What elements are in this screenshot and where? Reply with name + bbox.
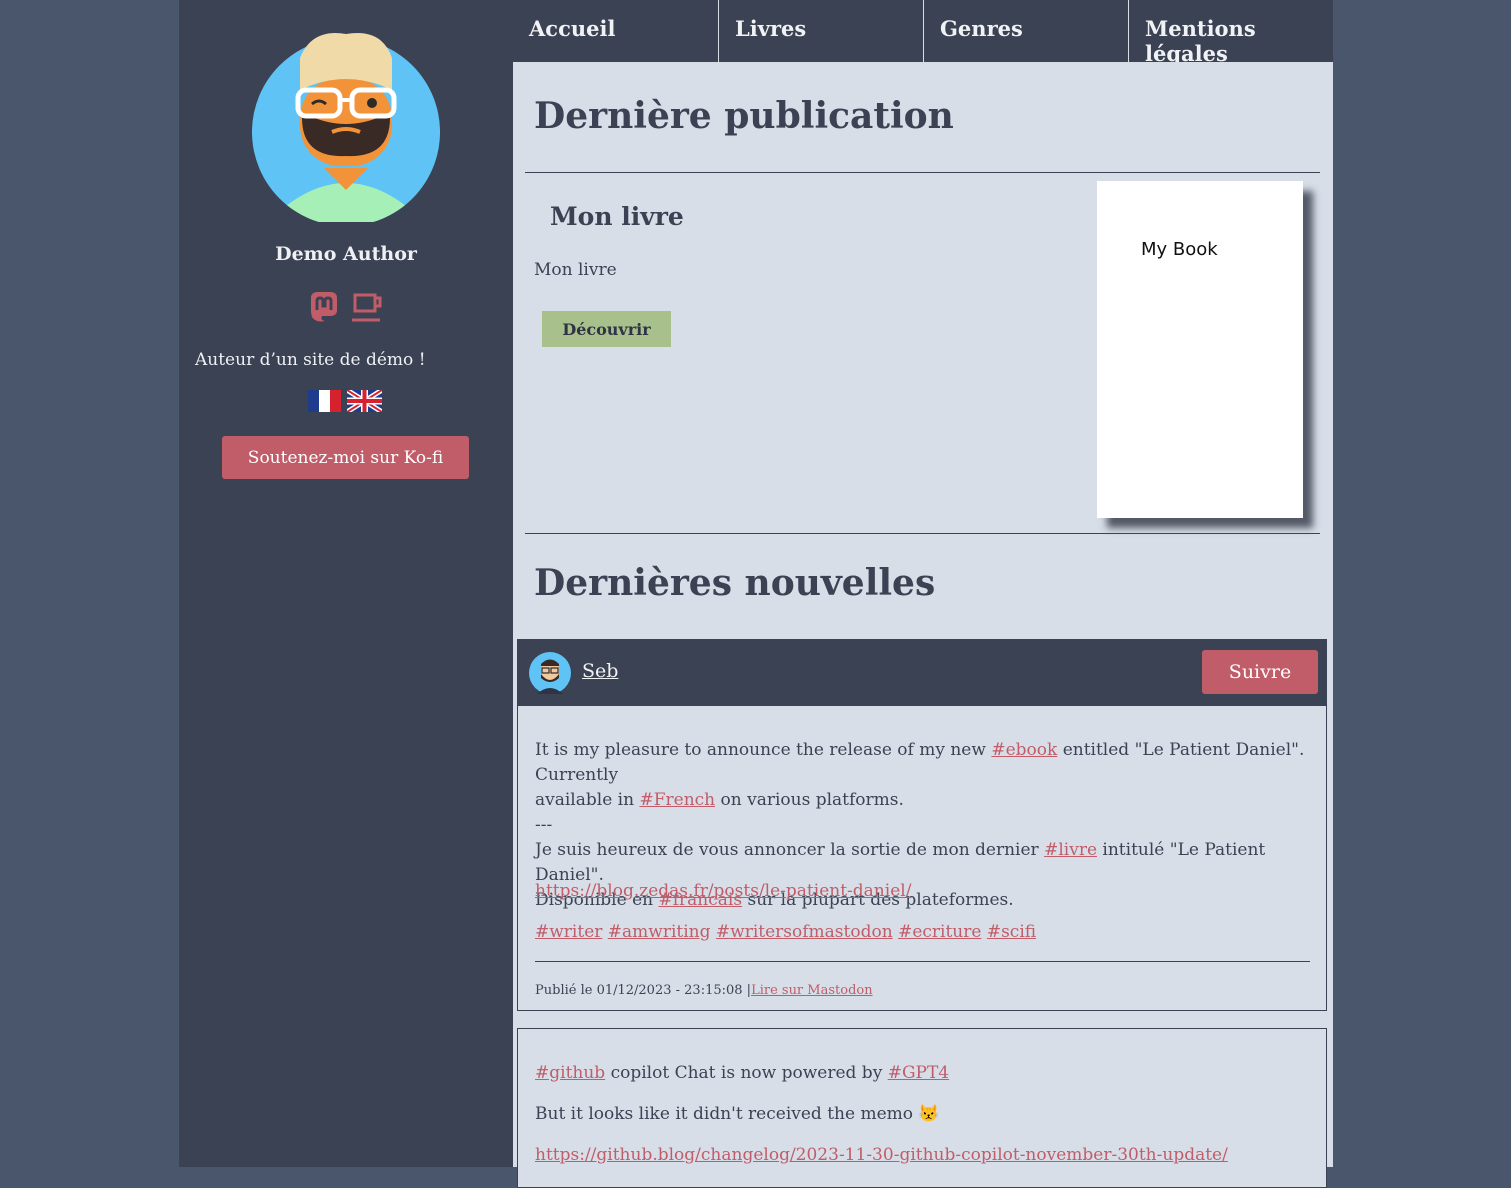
hashtag-link[interactable]: #ecriture — [898, 922, 981, 942]
author-bio: Auteur d’un site de démo ! — [195, 350, 426, 370]
nav-item-livres[interactable]: Livres — [718, 0, 923, 62]
kofi-support-button[interactable]: Soutenez-moi sur Ko-fi — [222, 436, 469, 479]
post-url-row: https://blog.zedas.fr/posts/le-patient-d… — [535, 879, 1315, 904]
uk-flag-icon[interactable] — [345, 387, 384, 415]
hashtag-link[interactable]: #GPT4 — [888, 1063, 949, 1083]
read-on-mastodon-link[interactable]: Lire sur Mastodon — [751, 983, 873, 998]
divider — [525, 172, 1320, 173]
discover-button[interactable]: Découvrir — [542, 311, 671, 347]
hashtag-link[interactable]: #French — [639, 790, 715, 810]
sidebar: Demo Author Auteur d’un site de démo ! S… — [179, 0, 513, 1167]
post-url-row: https://github.blog/changelog/2023-11-30… — [535, 1143, 1315, 1168]
book-cover-label: My Book — [1141, 239, 1218, 260]
hashtag-link[interactable]: #writersofmastodon — [716, 922, 893, 942]
france-flag-icon[interactable] — [308, 390, 341, 412]
post-text-span: available in — [535, 790, 640, 810]
post-divider — [535, 961, 1310, 962]
post-text: #github copilot Chat is now powered by #… — [535, 1061, 1315, 1086]
mastodon-post: It is my pleasure to announce the releas… — [517, 705, 1327, 1011]
nav-item-mentions-legales[interactable]: Mentions légales — [1128, 0, 1333, 66]
nav-item-genres[interactable]: Genres — [923, 0, 1128, 62]
author-name: Demo Author — [275, 243, 417, 265]
post-url-link[interactable]: https://github.blog/changelog/2023-11-30… — [535, 1145, 1228, 1165]
main-content: Dernière publication Mon livre Mon livre… — [513, 62, 1333, 1188]
social-links — [308, 290, 388, 326]
post-text-span: But it looks like it didn't received the… — [535, 1104, 913, 1124]
top-navigation: Accueil Livres Genres Mentions légales — [513, 0, 1333, 66]
book-title: Mon livre — [550, 202, 684, 231]
mastodon-account-header: Seb Suivre — [517, 639, 1327, 705]
post-separator: --- — [535, 815, 553, 835]
account-name-link[interactable]: Seb — [582, 660, 618, 682]
mastodon-post: #github copilot Chat is now powered by #… — [517, 1028, 1327, 1188]
book-description: Mon livre — [534, 260, 617, 280]
author-avatar[interactable] — [252, 28, 440, 226]
post-meta: Publié le 01/12/2023 - 23:15:08 |Lire su… — [535, 978, 873, 1003]
post-text-span: on various platforms. — [715, 790, 904, 810]
mastodon-icon[interactable] — [308, 290, 340, 328]
book-cover[interactable]: My Book — [1097, 181, 1303, 518]
post-url-link[interactable]: https://blog.zedas.fr/posts/le-patient-d… — [535, 881, 911, 901]
hashtag-link[interactable]: #github — [535, 1063, 605, 1083]
post-text-span: Je suis heureux de vous annoncer la sort… — [535, 840, 1045, 860]
hashtag-link[interactable]: #scifi — [987, 922, 1036, 942]
latest-news-heading: Dernières nouvelles — [534, 562, 936, 604]
hashtag-link[interactable]: #amwriting — [608, 922, 711, 942]
account-avatar[interactable] — [529, 652, 571, 694]
post-text: But it looks like it didn't received the… — [535, 1102, 1315, 1127]
hashtag-link[interactable]: #writer — [535, 922, 602, 942]
latest-publication-heading: Dernière publication — [534, 95, 954, 137]
post-text-span: copilot Chat is now powered by — [605, 1063, 888, 1083]
divider — [525, 533, 1320, 534]
post-date: Publié le 01/12/2023 - 23:15:08 | — [535, 983, 752, 998]
hashtag-link[interactable]: #livre — [1044, 840, 1097, 860]
follow-button[interactable]: Suivre — [1202, 650, 1318, 694]
coffee-cup-icon[interactable] — [350, 290, 384, 328]
hashtag-link[interactable]: #ebook — [991, 740, 1057, 760]
nav-item-accueil[interactable]: Accueil — [513, 0, 718, 62]
post-tags-row: #writer #amwriting #writersofmastodon #e… — [535, 920, 1315, 945]
pouting-cat-emoji: 😾 — [918, 1104, 940, 1124]
post-text-span: It is my pleasure to announce the releas… — [535, 740, 992, 760]
